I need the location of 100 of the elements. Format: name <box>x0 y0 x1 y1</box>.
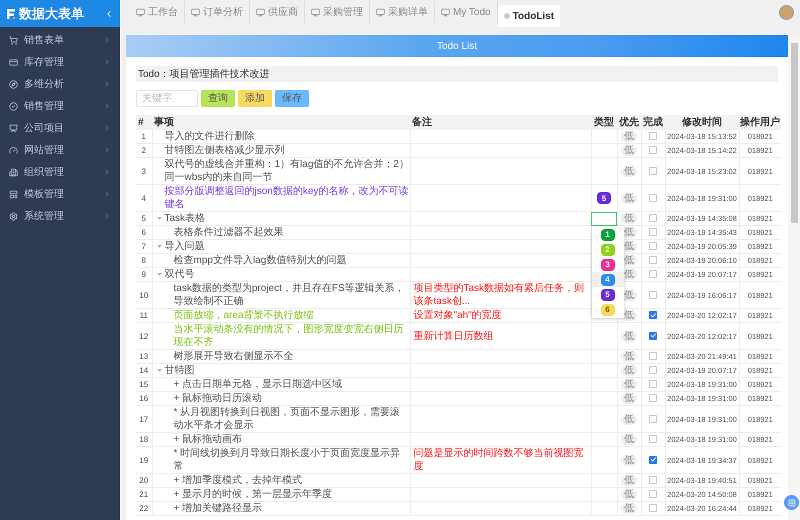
row-number: 9 <box>142 270 146 279</box>
priority-tag: 低 <box>621 379 637 390</box>
sidebar-item[interactable]: 模板管理 <box>0 183 120 205</box>
done-checkbox[interactable] <box>649 194 657 202</box>
sidebar-item[interactable]: 公司项目 <box>0 117 120 139</box>
priority-tag: 低 <box>621 131 637 142</box>
check-icon <box>594 246 600 252</box>
grid-icon <box>788 498 796 506</box>
column-header: 事项 <box>152 115 410 130</box>
done-checkbox[interactable] <box>649 311 657 320</box>
priority-tag: 低 <box>621 365 637 376</box>
priority-tag: 低 <box>621 192 637 204</box>
menu-icon <box>9 102 18 110</box>
avatar[interactable] <box>779 5 794 20</box>
task-text: 表格条件过滤器不起效果 <box>174 226 284 239</box>
priority-tag: 低 <box>621 414 637 424</box>
row-number: 21 <box>139 490 148 499</box>
done-checkbox[interactable] <box>649 435 657 444</box>
column-header: 完成 <box>641 115 665 130</box>
dropdown-option[interactable]: 4 <box>592 272 624 287</box>
note-text: 项目类型的Task数据如有紧后任务，则该条task创... <box>414 283 584 307</box>
task-text: * 时间线切换到月导致日期长度小于页面宽度显示异常 <box>174 447 402 473</box>
sidebar-item[interactable]: 销售表单 <box>0 29 120 51</box>
task-text: + 点击日期单元格，显示日期选中区域 <box>174 378 342 391</box>
done-checkbox[interactable] <box>649 456 657 464</box>
column-header: 优先 <box>617 115 641 130</box>
task-text: + 鼠标拖动日历滚动 <box>174 392 262 405</box>
add-button[interactable]: 添加 <box>238 90 272 107</box>
done-checkbox[interactable] <box>649 504 657 512</box>
sidebar-item[interactable]: 网站管理 <box>0 139 120 161</box>
tab[interactable]: 订单分析 <box>185 1 250 23</box>
priority-tag: 低 <box>621 475 637 486</box>
row-number: 10 <box>139 290 148 300</box>
dropdown-option[interactable]: 5 <box>592 287 624 302</box>
done-checkbox[interactable] <box>649 394 657 402</box>
row-number: 6 <box>142 228 146 237</box>
tab[interactable]: 采购详单 <box>370 1 435 23</box>
row-number: 22 <box>139 504 148 513</box>
type-badge: 4 <box>600 274 614 286</box>
row-number: 15 <box>139 380 148 389</box>
row-number: 18 <box>139 435 148 444</box>
check-icon <box>594 306 600 312</box>
done-checkbox[interactable] <box>649 214 657 222</box>
done-checkbox[interactable] <box>649 290 657 299</box>
priority-tag: 低 <box>621 434 637 445</box>
dropdown-option[interactable]: 3 <box>592 257 624 272</box>
row-number: 2 <box>142 146 146 155</box>
sidebar-item[interactable]: 多维分析 <box>0 73 120 95</box>
dropdown-option[interactable]: 6 <box>592 302 624 317</box>
done-checkbox[interactable] <box>649 146 657 154</box>
done-checkbox[interactable] <box>649 352 657 360</box>
done-checkbox[interactable] <box>649 166 657 175</box>
task-text: + 鼠标拖动画布 <box>174 433 242 446</box>
task-text: 甘特图 <box>164 364 194 377</box>
app-title: 数据大表单 <box>19 4 84 23</box>
done-checkbox[interactable] <box>649 380 657 388</box>
menu-icon <box>9 124 18 132</box>
row-number: 8 <box>142 256 146 265</box>
done-checkbox[interactable] <box>649 228 657 236</box>
sidebar-item[interactable]: 组织管理 <box>0 161 120 183</box>
task-text: 甘特图左侧表格减少显示列 <box>164 144 284 157</box>
dropdown-option[interactable]: 1 <box>592 227 624 242</box>
priority-tag: 低 <box>621 393 637 404</box>
tab[interactable]: 供应商 <box>250 1 305 23</box>
tab-icon <box>311 8 320 16</box>
search-field[interactable]: 关键字 <box>136 90 198 107</box>
menu-icon <box>9 36 18 44</box>
done-checkbox[interactable] <box>649 270 657 278</box>
done-checkbox[interactable] <box>649 476 657 484</box>
done-checkbox[interactable] <box>649 366 657 374</box>
priority-tag: 低 <box>621 489 637 500</box>
sidebar-item[interactable]: 销售管理 <box>0 95 120 117</box>
tab[interactable]: 采购管理 <box>305 1 370 23</box>
done-checkbox[interactable] <box>649 242 657 250</box>
done-checkbox[interactable] <box>649 256 657 264</box>
done-checkbox[interactable] <box>649 132 657 140</box>
task-text: 按部分版调整返回的json数据的key的名称，改为不可读键名 <box>164 185 410 211</box>
menu-icon <box>9 80 18 88</box>
done-checkbox[interactable] <box>649 332 657 340</box>
logo-icon <box>6 8 16 20</box>
priority-tag: 低 <box>621 503 637 514</box>
column-header: 修改时间 <box>665 115 739 130</box>
sidebar-item[interactable]: 系统管理 <box>0 205 120 227</box>
done-checkbox[interactable] <box>649 414 657 423</box>
task-text: + 显示月的时候，第一层显示年季度 <box>174 488 332 501</box>
menu-icon <box>9 58 18 66</box>
query-button[interactable]: 查询 <box>201 90 235 107</box>
row-number: 13 <box>139 352 148 361</box>
task-text: 检查mpp文件导入lag数值特别大的问题 <box>174 254 346 267</box>
tab-icon <box>256 8 265 16</box>
row-number: 17 <box>139 414 148 424</box>
tab[interactable]: TodoList <box>498 5 560 27</box>
type-badge: 3 <box>600 258 614 270</box>
tab[interactable]: 工作台 <box>130 1 185 23</box>
type-badge: 6 <box>600 304 614 316</box>
save-button[interactable]: 保存 <box>275 90 309 107</box>
chevron-icon <box>103 102 111 110</box>
sidebar-item[interactable]: 库存管理 <box>0 51 120 73</box>
type-badge: 5 <box>600 288 614 300</box>
done-checkbox[interactable] <box>649 490 657 498</box>
